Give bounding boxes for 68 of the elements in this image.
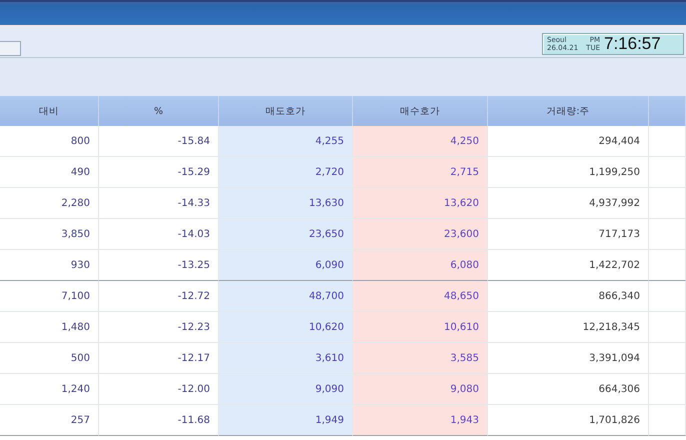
- table-cell: 717,173: [488, 219, 649, 250]
- table-cell: 10,610: [353, 312, 488, 343]
- table-cell: 257: [0, 405, 99, 436]
- table-cell: [649, 157, 686, 188]
- table-cell: -12.23: [99, 312, 219, 343]
- table-cell: 1,199,250: [488, 157, 649, 188]
- table-cell: -11.68: [99, 405, 219, 436]
- table-cell: 23,600: [353, 219, 488, 250]
- table-cell: [649, 281, 686, 312]
- column-header[interactable]: [649, 96, 686, 126]
- table-cell: 664,306: [488, 374, 649, 405]
- table-cell: 490: [0, 157, 99, 188]
- table-cell: 10,620: [219, 312, 353, 343]
- table-cell: -12.00: [99, 374, 219, 405]
- column-header[interactable]: 매수호가: [353, 96, 488, 126]
- table-cell: -15.29: [99, 157, 219, 188]
- table-cell: -12.72: [99, 281, 219, 312]
- table-cell: 1,240: [0, 374, 99, 405]
- table-cell: 6,090: [219, 250, 353, 281]
- table-cell: 48,650: [353, 281, 488, 312]
- table-cell: 1,422,702: [488, 250, 649, 281]
- table-cell: 6,080: [353, 250, 488, 281]
- table-cell: 2,280: [0, 188, 99, 219]
- table-cell: [649, 126, 686, 157]
- table-cell: [649, 188, 686, 219]
- table-cell: 1,943: [353, 405, 488, 436]
- table-cell: 3,610: [219, 343, 353, 374]
- table-cell: [649, 343, 686, 374]
- table-cell: 294,404: [488, 126, 649, 157]
- table-cell: 866,340: [488, 281, 649, 312]
- table-cell: 4,255: [219, 126, 353, 157]
- table-cell: 1,480: [0, 312, 99, 343]
- table-cell: 1,949: [219, 405, 353, 436]
- table-cell: 13,630: [219, 188, 353, 219]
- table-cell: 7,100: [0, 281, 99, 312]
- column-header[interactable]: 매도호가: [219, 96, 353, 126]
- table-cell: 3,391,094: [488, 343, 649, 374]
- table-cell: [649, 219, 686, 250]
- table-cell: 4,250: [353, 126, 488, 157]
- table-cell: 9,090: [219, 374, 353, 405]
- table-cell: 12,218,345: [488, 312, 649, 343]
- table-cell: [649, 405, 686, 436]
- table-cell: 3,850: [0, 219, 99, 250]
- table-cell: 23,650: [219, 219, 353, 250]
- table-cell: -12.17: [99, 343, 219, 374]
- column-header[interactable]: 대비: [0, 96, 99, 126]
- table-cell: 3,585: [353, 343, 488, 374]
- table-cell: [649, 250, 686, 281]
- table-cell: 930: [0, 250, 99, 281]
- column-header[interactable]: 거래량:주: [488, 96, 649, 126]
- clock-time: 7:16:57: [604, 34, 661, 54]
- table-cell: -13.25: [99, 250, 219, 281]
- table-cell: [649, 312, 686, 343]
- table-cell: 2,720: [219, 157, 353, 188]
- table-cell: 48,700: [219, 281, 353, 312]
- table-cell: 500: [0, 343, 99, 374]
- table-cell: 4,937,992: [488, 188, 649, 219]
- column-header[interactable]: %: [99, 96, 219, 126]
- table-cell: 1,701,826: [488, 405, 649, 436]
- tab[interactable]: [0, 41, 21, 56]
- table-cell: -15.84: [99, 126, 219, 157]
- table-cell: [649, 374, 686, 405]
- table-cell: -14.33: [99, 188, 219, 219]
- table-cell: 13,620: [353, 188, 488, 219]
- table-cell: -14.03: [99, 219, 219, 250]
- table-cell: 9,080: [353, 374, 488, 405]
- table-cell: 2,715: [353, 157, 488, 188]
- table-cell: 800: [0, 126, 99, 157]
